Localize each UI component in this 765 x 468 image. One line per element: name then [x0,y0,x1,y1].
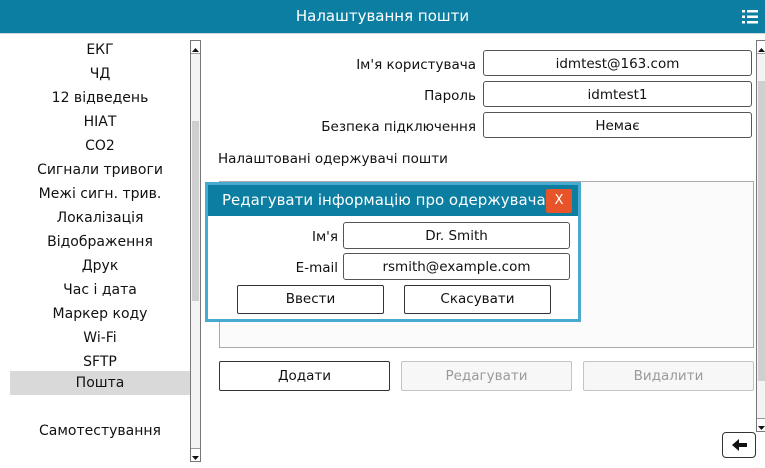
sidebar-item-code-marker[interactable]: Маркер коду [10,302,190,326]
sidebar-item-alarms[interactable]: Сигнали тривоги [10,158,190,182]
edit-recipient-dialog: Редагувати інформацію про одержувача X І… [205,182,581,322]
sidebar-item-localization[interactable]: Локалізація [10,206,190,230]
sidebar-item-self-test[interactable]: Самотестування [10,419,190,443]
sidebar-item-ecg[interactable]: ЕКГ [10,38,190,62]
sidebar-scrollbar[interactable] [190,40,201,462]
sidebar-scroll-thumb[interactable] [192,121,199,301]
recipient-email-label: E-mail [295,260,338,276]
back-button[interactable] [722,432,756,458]
sidebar-item-alarm-limits[interactable]: Межі сигн. трив. [10,182,190,206]
username-label: Ім'я користувача [356,57,476,73]
recipient-name-label: Ім'я [312,229,338,245]
sidebar-item-time-date[interactable]: Час і дата [10,278,190,302]
page-title: Налаштування пошти [295,7,470,25]
recipient-name-field[interactable]: Dr. Smith [343,222,570,249]
cancel-button[interactable]: Скасувати [404,285,551,314]
add-button[interactable]: Додати [219,361,390,391]
sidebar-item-12-lead[interactable]: 12 відведень [10,86,190,110]
content-scroll-up-icon[interactable] [757,41,765,54]
back-arrow-icon [732,439,747,451]
scroll-down-arrow-icon[interactable] [191,448,200,461]
dialog-title: Редагувати інформацію про одержувача [208,185,578,216]
sidebar-item-wifi[interactable]: Wi-Fi [10,326,190,350]
content-scrollbar[interactable] [756,40,765,432]
enter-button[interactable]: Ввести [237,285,384,314]
content-scroll-down-icon[interactable] [757,418,765,431]
recipients-section-title: Налаштовані одержувачі пошти [218,151,448,167]
sidebar-item-print[interactable]: Друк [10,254,190,278]
sidebar-item-resp[interactable]: ЧД [10,62,190,86]
sidebar-item-display[interactable]: Відображення [10,230,190,254]
edit-button[interactable]: Редагувати [401,361,572,391]
dialog-close-button[interactable]: X [546,189,572,213]
content-scroll-thumb[interactable] [758,81,765,381]
security-label: Безпека підключення [321,119,476,135]
password-label: Пароль [424,88,476,104]
password-field[interactable]: idmtest1 [483,81,752,107]
username-field[interactable]: idmtest@163.com [483,50,752,76]
settings-sidebar: ЕКГ ЧД 12 відведень НІАТ CO2 Сигнали три… [10,38,190,454]
scroll-up-arrow-icon[interactable] [191,41,200,54]
sidebar-item-co2[interactable]: CO2 [10,134,190,158]
sidebar-item-email[interactable]: Пошта [10,371,190,395]
list-menu-icon[interactable] [741,8,759,26]
sidebar-item-nibp[interactable]: НІАТ [10,110,190,134]
security-select[interactable]: Немає [483,112,752,138]
delete-button[interactable]: Видалити [583,361,754,391]
title-bar: Налаштування пошти [0,0,765,33]
recipient-email-field[interactable]: rsmith@example.com [343,253,570,280]
